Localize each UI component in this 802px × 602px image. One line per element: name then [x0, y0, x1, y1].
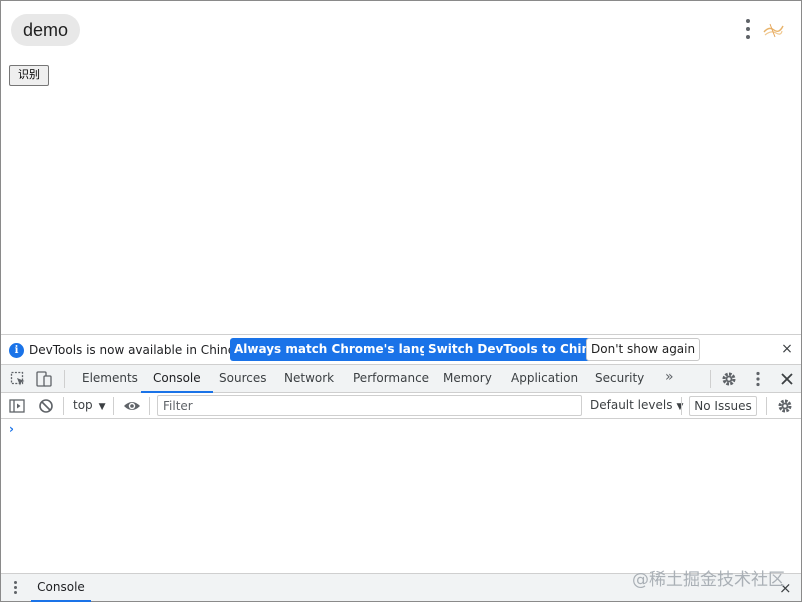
- log-levels-value: Default levels: [590, 398, 673, 412]
- console-toolbar: top▼ Default levels▼ No Issues: [1, 393, 801, 419]
- more-options-icon[interactable]: [741, 18, 755, 42]
- page-viewport: demo 识别: [1, 1, 801, 333]
- show-sidebar-icon[interactable]: [8, 397, 26, 415]
- infobar-message: DevTools is now available in Chinese!: [29, 343, 254, 357]
- inspect-element-icon[interactable]: [9, 370, 27, 388]
- devtools-language-infobar: i DevTools is now available in Chinese! …: [1, 334, 801, 365]
- info-icon: i: [9, 343, 24, 358]
- console-filter-input[interactable]: [157, 395, 582, 416]
- chevron-down-icon: ▼: [98, 402, 106, 412]
- settings-gear-icon[interactable]: [720, 370, 738, 388]
- toolbar-divider: [766, 397, 767, 415]
- device-toolbar-icon[interactable]: [35, 370, 53, 388]
- recognize-button[interactable]: 识别: [9, 65, 49, 86]
- log-levels-dropdown[interactable]: Default levels ▼: [590, 398, 683, 412]
- issues-button[interactable]: No Issues: [689, 396, 757, 416]
- drawer-tab-console[interactable]: Console: [31, 574, 91, 602]
- toolbar-divider: [149, 397, 150, 415]
- page-tab-title[interactable]: demo: [11, 14, 81, 46]
- context-selector[interactable]: top ▼: [73, 398, 106, 412]
- tab-console[interactable]: Console: [141, 365, 213, 393]
- tab-performance[interactable]: Performance: [353, 365, 429, 392]
- toolbar-divider: [681, 397, 682, 415]
- more-tabs-icon[interactable]: »: [665, 369, 674, 385]
- console-settings-gear-icon[interactable]: [776, 397, 794, 415]
- live-expression-eye-icon[interactable]: [123, 397, 141, 415]
- tab-application[interactable]: Application: [511, 365, 578, 392]
- watermark: @稀土掘金技术社区: [632, 570, 785, 590]
- infobar-close-icon[interactable]: ×: [781, 342, 793, 356]
- tab-elements[interactable]: Elements: [82, 365, 138, 392]
- dont-show-again-button[interactable]: Don't show again: [586, 338, 701, 361]
- clear-console-icon[interactable]: [37, 397, 55, 415]
- toolbar-divider: [63, 397, 64, 415]
- tab-network[interactable]: Network: [284, 365, 334, 392]
- context-selector-value: top: [73, 398, 93, 412]
- tab-memory[interactable]: Memory: [443, 365, 492, 392]
- extension-icon[interactable]: [761, 19, 785, 41]
- toolbar-divider: [64, 370, 65, 388]
- toolbar-divider: [113, 397, 114, 415]
- tab-security[interactable]: Security: [595, 365, 644, 392]
- toolbar-divider: [710, 370, 711, 388]
- chevron-down-icon: ▼: [676, 402, 684, 412]
- devtools-tab-bar: Elements Console Sources Network Perform…: [1, 365, 801, 393]
- console-output[interactable]: ›: [1, 419, 801, 573]
- tab-sources[interactable]: Sources: [219, 365, 266, 392]
- customize-devtools-icon[interactable]: [749, 370, 767, 388]
- close-devtools-icon[interactable]: [778, 370, 796, 388]
- console-prompt-icon: ›: [9, 422, 14, 436]
- drawer-menu-icon[interactable]: [13, 581, 19, 597]
